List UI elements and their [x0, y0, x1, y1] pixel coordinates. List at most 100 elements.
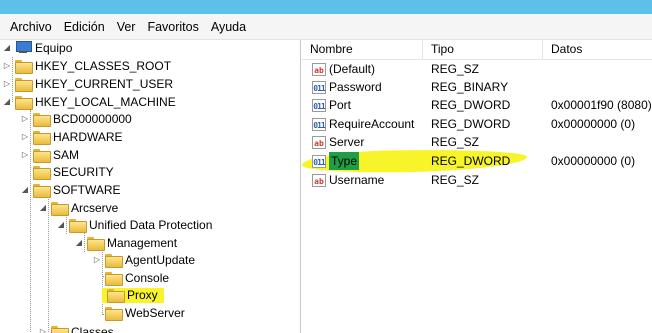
- folder-icon: [87, 236, 105, 251]
- value-type: REG_SZ: [431, 173, 480, 187]
- expand-icon[interactable]: ▷: [2, 75, 12, 92]
- tree-item-label: AgentUpdate: [125, 252, 196, 267]
- tree-item-management[interactable]: ◢ Management: [74, 234, 177, 251]
- folder-icon: [51, 325, 69, 333]
- string-value-icon: ab: [312, 62, 326, 76]
- expand-icon[interactable]: ▷: [20, 128, 30, 145]
- binary-value-icon: 011: [312, 98, 326, 112]
- folder-icon: [15, 77, 33, 92]
- expand-icon[interactable]: ▷: [20, 110, 30, 127]
- tree-item-hkey-current-user[interactable]: ▷ HKEY_CURRENT_USER: [2, 75, 173, 92]
- value-name: RequireAccount: [329, 117, 415, 131]
- expand-icon[interactable]: ▷: [92, 251, 102, 268]
- tree-item-security[interactable]: SECURITY: [20, 163, 114, 180]
- folder-icon: [105, 253, 123, 268]
- tree-item-classes[interactable]: ▷ Classes: [38, 323, 114, 333]
- tree-item-hardware[interactable]: ▷ HARDWARE: [20, 128, 123, 145]
- value-row-default[interactable]: ab (Default) REG_SZ: [302, 60, 652, 78]
- menu-favoritos[interactable]: Favoritos: [141, 14, 204, 40]
- column-tipo[interactable]: Tipo: [423, 40, 543, 60]
- tree-item-label: Unified Data Protection: [89, 217, 213, 232]
- column-datos[interactable]: Datos: [543, 40, 652, 60]
- value-name: Password: [329, 80, 382, 94]
- tree-item-label: Classes: [71, 324, 114, 333]
- tree-item-label: HARDWARE: [53, 129, 123, 144]
- expand-icon[interactable]: ▷: [20, 146, 30, 163]
- value-row-server[interactable]: ab Server REG_SZ: [302, 133, 652, 151]
- value-row-type[interactable]: 011 Type REG_DWORD 0x00000000 (0): [302, 152, 652, 170]
- values-list[interactable]: Nombre Tipo Datos ab (Default) REG_SZ 011…: [302, 40, 652, 333]
- value-name: Port: [329, 98, 352, 112]
- tree-item-label: SOFTWARE: [53, 182, 121, 197]
- tree-item-proxy[interactable]: Proxy: [92, 287, 164, 304]
- value-type: REG_DWORD: [431, 154, 511, 168]
- folder-icon: [33, 183, 51, 198]
- tree-item-label: HKEY_LOCAL_MACHINE: [35, 94, 176, 109]
- list-header: Nombre Tipo Datos: [302, 40, 652, 60]
- folder-icon: [33, 112, 51, 127]
- value-type: REG_DWORD: [431, 117, 511, 131]
- folder-icon: [105, 306, 123, 321]
- value-row-password[interactable]: 011 Password REG_BINARY: [302, 78, 652, 96]
- tree-item-label: SAM: [53, 147, 80, 162]
- window-title-band: [0, 0, 652, 14]
- tree-item-label: HKEY_CURRENT_USER: [35, 76, 174, 91]
- value-data: 0x00001f90 (8080): [551, 98, 652, 112]
- collapse-icon[interactable]: ◢: [74, 234, 84, 251]
- value-name-selected: Type: [329, 152, 360, 170]
- tree-item-unified-data-protection[interactable]: ◢ Unified Data Protection: [56, 216, 212, 233]
- binary-value-icon: 011: [312, 117, 326, 131]
- folder-icon: [105, 271, 123, 286]
- tree-item-label: Proxy: [127, 288, 158, 302]
- tree-item-bcd[interactable]: ▷ BCD00000000: [20, 110, 132, 127]
- folder-icon: [69, 218, 87, 233]
- registry-tree[interactable]: ◢ Equipo ▷ HKEY_CLASSES_ROOT ▷ HKEY_CURR…: [0, 40, 301, 333]
- value-row-port[interactable]: 011 Port REG_DWORD 0x00001f90 (8080): [302, 96, 652, 114]
- value-type: REG_BINARY: [431, 80, 509, 94]
- value-type: REG_DWORD: [431, 98, 511, 112]
- menu-ver[interactable]: Ver: [111, 14, 142, 40]
- tree-connector: [48, 197, 49, 333]
- menu-bar: Archivo Edición Ver Favoritos Ayuda: [0, 14, 652, 40]
- collapse-icon[interactable]: ◢: [2, 93, 12, 110]
- tree-item-label: Equipo: [35, 40, 73, 55]
- value-name: (Default): [329, 62, 376, 76]
- binary-value-icon: 011: [312, 154, 326, 168]
- expand-icon[interactable]: ▷: [38, 323, 48, 333]
- tree-item-sam[interactable]: ▷ SAM: [20, 146, 79, 163]
- tree-item-equipo[interactable]: ◢ Equipo: [2, 40, 72, 56]
- value-data: 0x00000000 (0): [551, 154, 636, 168]
- tree-item-hkey-local-machine[interactable]: ◢ HKEY_LOCAL_MACHINE: [2, 93, 176, 110]
- computer-icon: [15, 41, 32, 54]
- menu-ayuda[interactable]: Ayuda: [205, 14, 252, 40]
- value-data: 0x00000000 (0): [551, 117, 636, 131]
- string-value-icon: ab: [312, 135, 326, 149]
- tree-item-hkey-classes-root[interactable]: ▷ HKEY_CLASSES_ROOT: [2, 57, 171, 74]
- collapse-icon[interactable]: ◢: [20, 181, 30, 198]
- collapse-icon[interactable]: ◢: [38, 199, 48, 216]
- tree-item-label: Arcserve: [71, 200, 119, 215]
- tree-item-software[interactable]: ◢ SOFTWARE: [20, 181, 121, 198]
- tree-item-label: SECURITY: [53, 164, 114, 179]
- collapse-icon[interactable]: ◢: [2, 40, 12, 56]
- menu-archivo[interactable]: Archivo: [4, 14, 58, 40]
- binary-value-icon: 011: [312, 80, 326, 94]
- string-value-icon: ab: [312, 173, 326, 187]
- tree-item-label: Management: [107, 235, 178, 250]
- collapse-icon[interactable]: ◢: [56, 216, 66, 233]
- expand-icon[interactable]: ▷: [2, 57, 12, 74]
- tree-item-webserver[interactable]: WebServer: [92, 304, 185, 321]
- value-row-username[interactable]: ab Username REG_SZ: [302, 171, 652, 189]
- value-type: REG_SZ: [431, 62, 480, 76]
- tree-item-console[interactable]: Console: [92, 269, 169, 286]
- tree-item-arcserve[interactable]: ◢ Arcserve: [38, 199, 118, 216]
- column-nombre[interactable]: Nombre: [302, 40, 423, 60]
- menu-edicion[interactable]: Edición: [58, 14, 111, 40]
- folder-icon: [107, 289, 125, 303]
- tree-item-agentupdate[interactable]: ▷ AgentUpdate: [92, 251, 195, 268]
- tree-item-label: Console: [125, 270, 170, 285]
- tree-item-label: HKEY_CLASSES_ROOT: [35, 58, 172, 73]
- value-row-requireaccount[interactable]: 011 RequireAccount REG_DWORD 0x00000000 (…: [302, 115, 652, 133]
